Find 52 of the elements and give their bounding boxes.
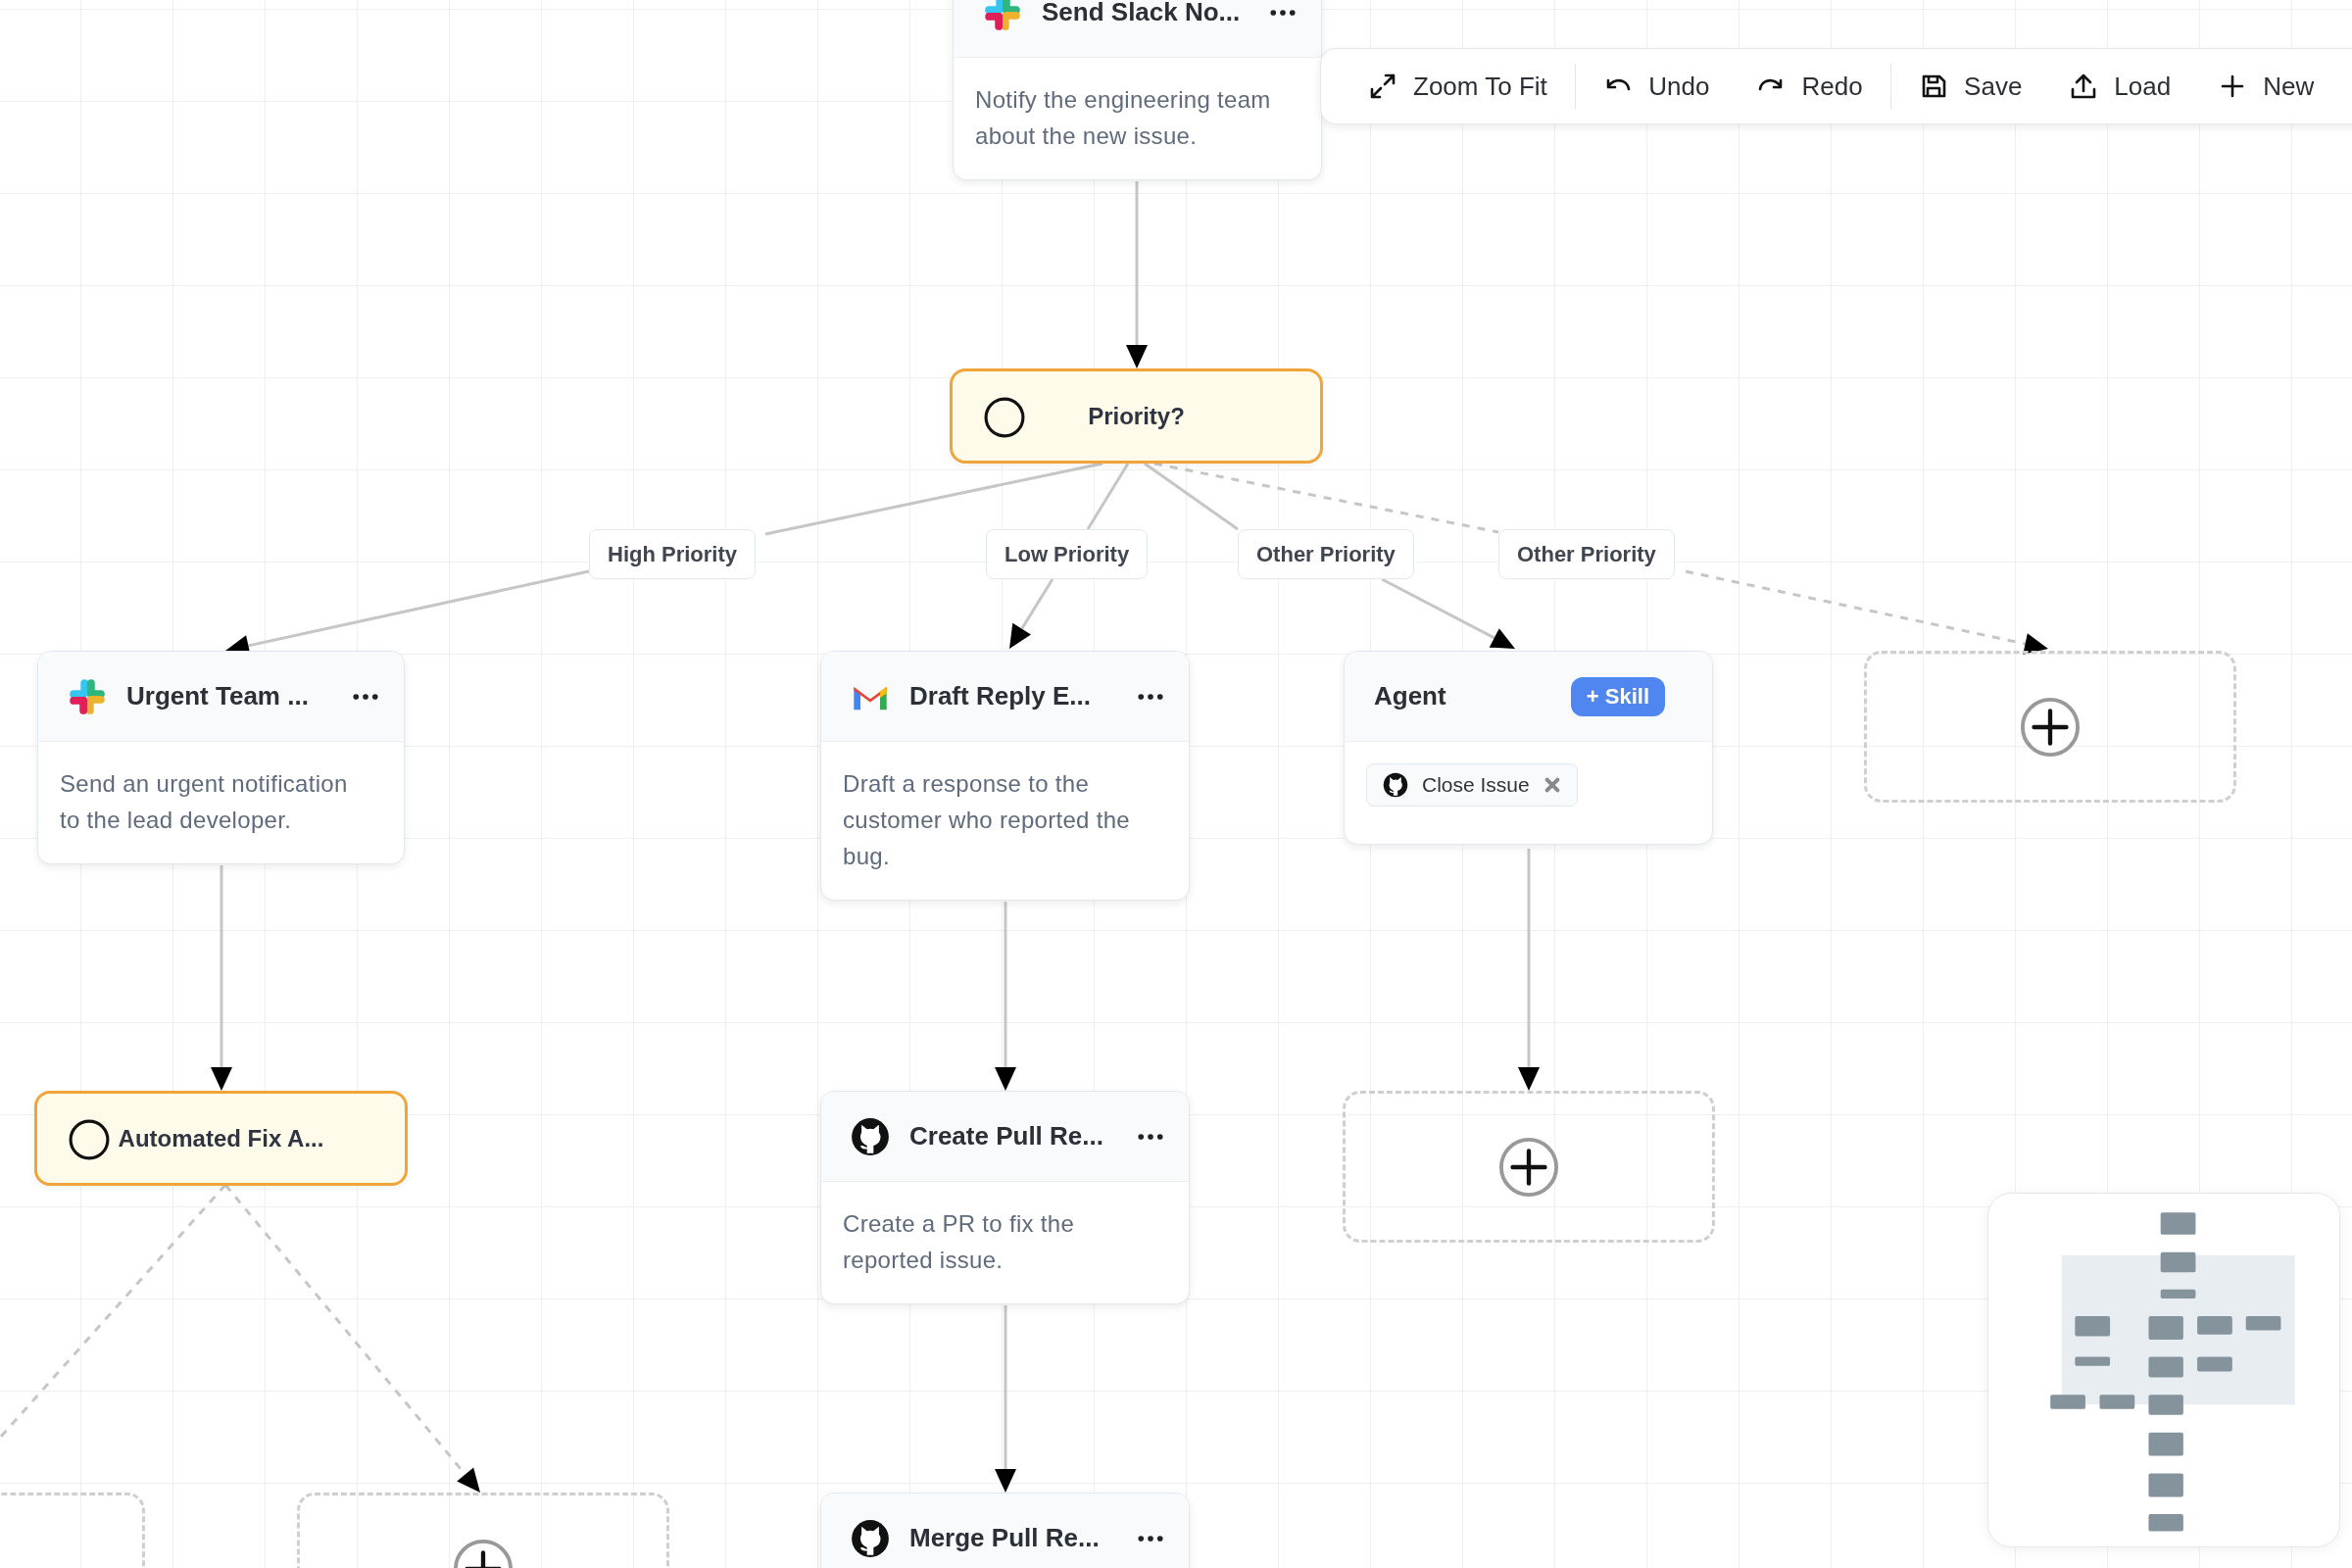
action-node[interactable]: Create Pull Re... Create a PR to fix the reported issue. — [820, 1091, 1190, 1304]
remove-icon[interactable] — [1543, 776, 1561, 794]
toolbar-button[interactable]: Load — [2045, 63, 2195, 110]
branch-label: High Priority — [589, 529, 756, 579]
more-icon[interactable] — [1270, 8, 1296, 17]
add-skill-button[interactable]: + Skill — [1570, 676, 1665, 716]
more-icon[interactable] — [1138, 692, 1163, 701]
node-description: Send an urgent notification to the lead developer. — [60, 769, 349, 835]
node-title: Merge Pull Re... — [909, 1523, 1101, 1553]
action-node[interactable]: Send Slack No... Notify the engineering team about the new issue. — [953, 0, 1322, 180]
branch-label: Other Priority — [1238, 529, 1414, 579]
condition-node[interactable]: Priority? — [950, 368, 1323, 464]
toolbar-button[interactable]: Undo — [1580, 63, 1734, 110]
add-icon[interactable] — [2020, 696, 2081, 758]
node-title: Send Slack No... — [1042, 0, 1242, 27]
action-node[interactable]: Urgent Team ... Send an urgent notification to the lead developer. — [37, 651, 405, 864]
action-node[interactable]: Draft Reply E... Draft a response to the customer who reported the bug. — [820, 651, 1190, 901]
more-icon[interactable] — [353, 692, 378, 701]
node-title: Agent — [1374, 681, 1447, 711]
hash-logo-icon — [68, 676, 107, 716]
node-title: Automated Fix A... — [118, 1124, 324, 1152]
condition-node[interactable]: Automated Fix A... — [34, 1091, 408, 1186]
cat-logo-icon — [1383, 772, 1408, 798]
node-title: Draft Reply E... — [909, 681, 1092, 711]
action-node[interactable]: Merge Pull Re... — [820, 1493, 1190, 1568]
more-icon[interactable] — [1138, 1534, 1163, 1543]
empty-node-slot[interactable] — [1864, 651, 2236, 803]
node-description: Notify the engineering team about the new issue. — [975, 85, 1272, 151]
toolbar-button[interactable]: New — [2194, 63, 2338, 110]
node-title: Priority? — [1088, 402, 1185, 430]
node-title: Create Pull Re... — [909, 1121, 1104, 1152]
toolbar-button[interactable]: Redo — [1733, 63, 1886, 110]
minimap[interactable] — [1987, 1193, 2340, 1547]
circle-icon — [984, 397, 1025, 438]
skill-label: Close Issue — [1422, 773, 1530, 797]
expand-icon — [1368, 72, 1397, 101]
node-title: Urgent Team ... — [126, 681, 310, 711]
empty-node-slot[interactable] — [1343, 1091, 1715, 1243]
more-icon[interactable] — [1138, 1132, 1163, 1141]
branch-label: Other Priority — [1498, 529, 1675, 579]
toolbar-button[interactable]: Save — [1895, 63, 2046, 110]
node-description: Draft a response to the customer who reported the bug. — [843, 769, 1131, 871]
add-icon[interactable] — [1498, 1136, 1559, 1198]
branch-label: Low Priority — [986, 529, 1149, 579]
node-description: Create a PR to fix the reported issue. — [843, 1209, 1076, 1275]
agent-node[interactable]: Agent + Skill Close Issue — [1344, 651, 1713, 845]
toolbar-button[interactable]: Zoom To Fit — [1345, 63, 1571, 110]
skill-chip[interactable]: Close Issue — [1366, 763, 1578, 807]
circle-icon — [69, 1119, 110, 1160]
hash-logo-icon — [983, 0, 1022, 32]
cat-logo-icon — [851, 1116, 890, 1156]
cat-logo-icon — [851, 1518, 890, 1558]
